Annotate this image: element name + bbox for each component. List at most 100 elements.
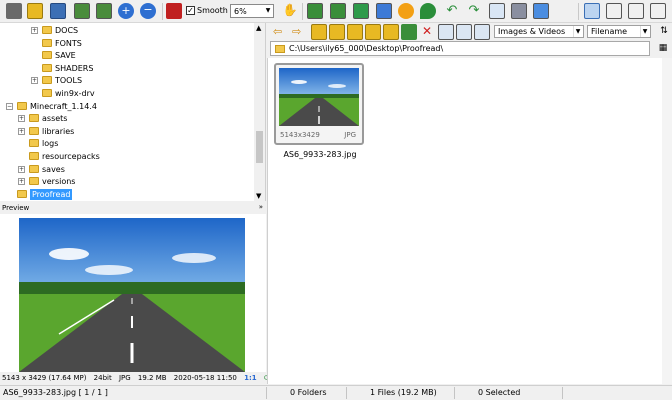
- folder-tree[interactable]: + DOCS FONTS SAVE SHADERS + TOOLS win9x-drv − Min…: [0, 23, 266, 201]
- save-icon[interactable]: [50, 3, 66, 19]
- chevron-down-icon: ▼: [265, 7, 271, 14]
- edit-icon[interactable]: [489, 3, 505, 19]
- thumbnail-type: JPG: [344, 131, 356, 139]
- preview-panel[interactable]: [0, 214, 266, 372]
- smooth-checkbox[interactable]: ✓: [186, 6, 195, 15]
- rotate-right-icon[interactable]: ↷: [466, 3, 482, 19]
- open-folder-icon[interactable]: [27, 3, 43, 19]
- toolbar-separator: [302, 3, 303, 20]
- status-divider: [266, 387, 267, 399]
- crop-icon[interactable]: [376, 3, 392, 19]
- sort-value: Filename: [591, 27, 628, 36]
- folder-root-icon[interactable]: [329, 24, 345, 40]
- tree-item[interactable]: + versions: [0, 176, 250, 188]
- chevron-down-icon[interactable]: ▼: [256, 192, 261, 200]
- preview-image: [19, 218, 245, 372]
- move-to-icon[interactable]: [401, 24, 417, 40]
- expand-icon[interactable]: +: [18, 165, 25, 173]
- expand-icon[interactable]: +: [18, 127, 25, 135]
- resize-icon[interactable]: [353, 3, 369, 19]
- tree-item-label: logs: [42, 139, 59, 149]
- tree-item[interactable]: logs: [0, 138, 250, 150]
- collapse-icon[interactable]: −: [6, 102, 13, 110]
- expand-icon[interactable]: +: [18, 115, 25, 123]
- tree-item[interactable]: + libraries: [0, 126, 250, 138]
- tree-item[interactable]: + assets: [0, 113, 250, 125]
- layout-4-icon[interactable]: [650, 3, 666, 19]
- thumbnails-view-icon[interactable]: [438, 24, 454, 40]
- chevron-up-icon[interactable]: ▲: [256, 24, 261, 32]
- settings-icon[interactable]: [533, 3, 549, 19]
- tree-item[interactable]: SAVE: [0, 50, 250, 62]
- tree-item[interactable]: resourcepacks: [0, 151, 250, 163]
- tree-item[interactable]: − Minecraft_1.14.4: [0, 101, 250, 113]
- zoom-out-icon[interactable]: −: [140, 3, 156, 19]
- status-selected: 0 Selected: [478, 388, 521, 397]
- fullscreen-icon[interactable]: [96, 3, 112, 19]
- tree-item[interactable]: + saves: [0, 164, 250, 176]
- file-name[interactable]: AS6_9933-283.jpg: [272, 150, 368, 159]
- layout-3-icon[interactable]: [628, 3, 644, 19]
- path-history-icon[interactable]: ▦: [655, 41, 671, 57]
- fit-icon[interactable]: [307, 3, 323, 19]
- layout-1-icon[interactable]: [584, 3, 600, 19]
- color-icon[interactable]: [166, 3, 182, 19]
- folder-icon: [17, 101, 27, 110]
- status-bar: AS6_9933-283.jpg [ 1 / 1 ] 0 Folders 1 F…: [0, 385, 672, 400]
- folder-icon: [42, 89, 52, 97]
- list-view-icon[interactable]: [474, 24, 490, 40]
- favorites-icon[interactable]: [347, 24, 363, 40]
- toolbar-separator: [162, 3, 163, 20]
- browser-scrollbar[interactable]: [662, 58, 672, 384]
- filter-select[interactable]: Images & Videos ▼: [494, 25, 584, 38]
- file-thumbnail[interactable]: 5143x3429 JPG: [274, 63, 364, 145]
- brightness-icon[interactable]: [398, 3, 414, 19]
- map-pin-icon[interactable]: [420, 3, 436, 19]
- status-folders: 0 Folders: [290, 388, 327, 397]
- image-dimensions: 5143 x 3429 (17.64 MP): [2, 374, 87, 382]
- tree-item[interactable]: + DOCS: [0, 25, 250, 37]
- sort-order-icon[interactable]: ⇅: [656, 24, 672, 40]
- preview-title: Preview: [2, 204, 30, 212]
- tree-item[interactable]: Proofread: [0, 188, 250, 201]
- layout-2-icon[interactable]: [606, 3, 622, 19]
- forward-arrow-icon[interactable]: ⇨: [292, 24, 308, 40]
- folder-up-icon[interactable]: [311, 24, 327, 40]
- chevron-down-icon: ▼: [573, 26, 582, 37]
- camera-icon[interactable]: [6, 3, 22, 19]
- tree-item[interactable]: + TOOLS: [0, 75, 250, 87]
- tree-item[interactable]: win9x-drv: [0, 88, 250, 100]
- expand-icon[interactable]: +: [18, 178, 25, 186]
- collapse-icon[interactable]: »: [259, 203, 263, 211]
- sort-select[interactable]: Filename ▼: [587, 25, 651, 38]
- zoom-in-icon[interactable]: +: [118, 3, 134, 19]
- back-arrow-icon[interactable]: ⇦: [273, 24, 289, 40]
- folder-icon: [42, 51, 52, 60]
- delete-icon[interactable]: ✕: [419, 24, 435, 40]
- actual-size-button[interactable]: 1:1: [244, 374, 257, 382]
- folder-icon: [42, 76, 52, 85]
- rotate-left-icon[interactable]: ↶: [444, 3, 460, 19]
- scan-icon[interactable]: [74, 3, 90, 19]
- tree-item[interactable]: FONTS: [0, 38, 250, 50]
- hand-icon[interactable]: ✋: [282, 3, 298, 19]
- tree-scroll-thumb[interactable]: [256, 131, 263, 163]
- folder-icon: [29, 126, 39, 135]
- new-folder-icon[interactable]: [365, 24, 381, 40]
- tree-item-label: TOOLS: [55, 76, 83, 86]
- thumbnail-image: [279, 68, 359, 126]
- details-view-icon[interactable]: [456, 24, 472, 40]
- file-browser[interactable]: 5143x3429 JPG AS6_9933-283.jpg: [267, 58, 672, 384]
- status-divider: [454, 387, 455, 399]
- path-input[interactable]: C:\Users\ily65_000\Desktop\Proofread\: [270, 41, 650, 56]
- slideshow-icon[interactable]: [330, 3, 346, 19]
- tree-item[interactable]: SHADERS: [0, 63, 250, 75]
- zoom-select[interactable]: 6% ▼: [230, 4, 274, 18]
- expand-icon[interactable]: +: [31, 77, 38, 85]
- copy-to-icon[interactable]: [383, 24, 399, 40]
- image-bit-depth: 24bit: [93, 374, 112, 382]
- tree-scrollbar[interactable]: ▲ ▼: [254, 23, 265, 201]
- expand-icon[interactable]: +: [31, 27, 38, 34]
- print-icon[interactable]: [511, 3, 527, 19]
- folder-icon: [17, 189, 27, 198]
